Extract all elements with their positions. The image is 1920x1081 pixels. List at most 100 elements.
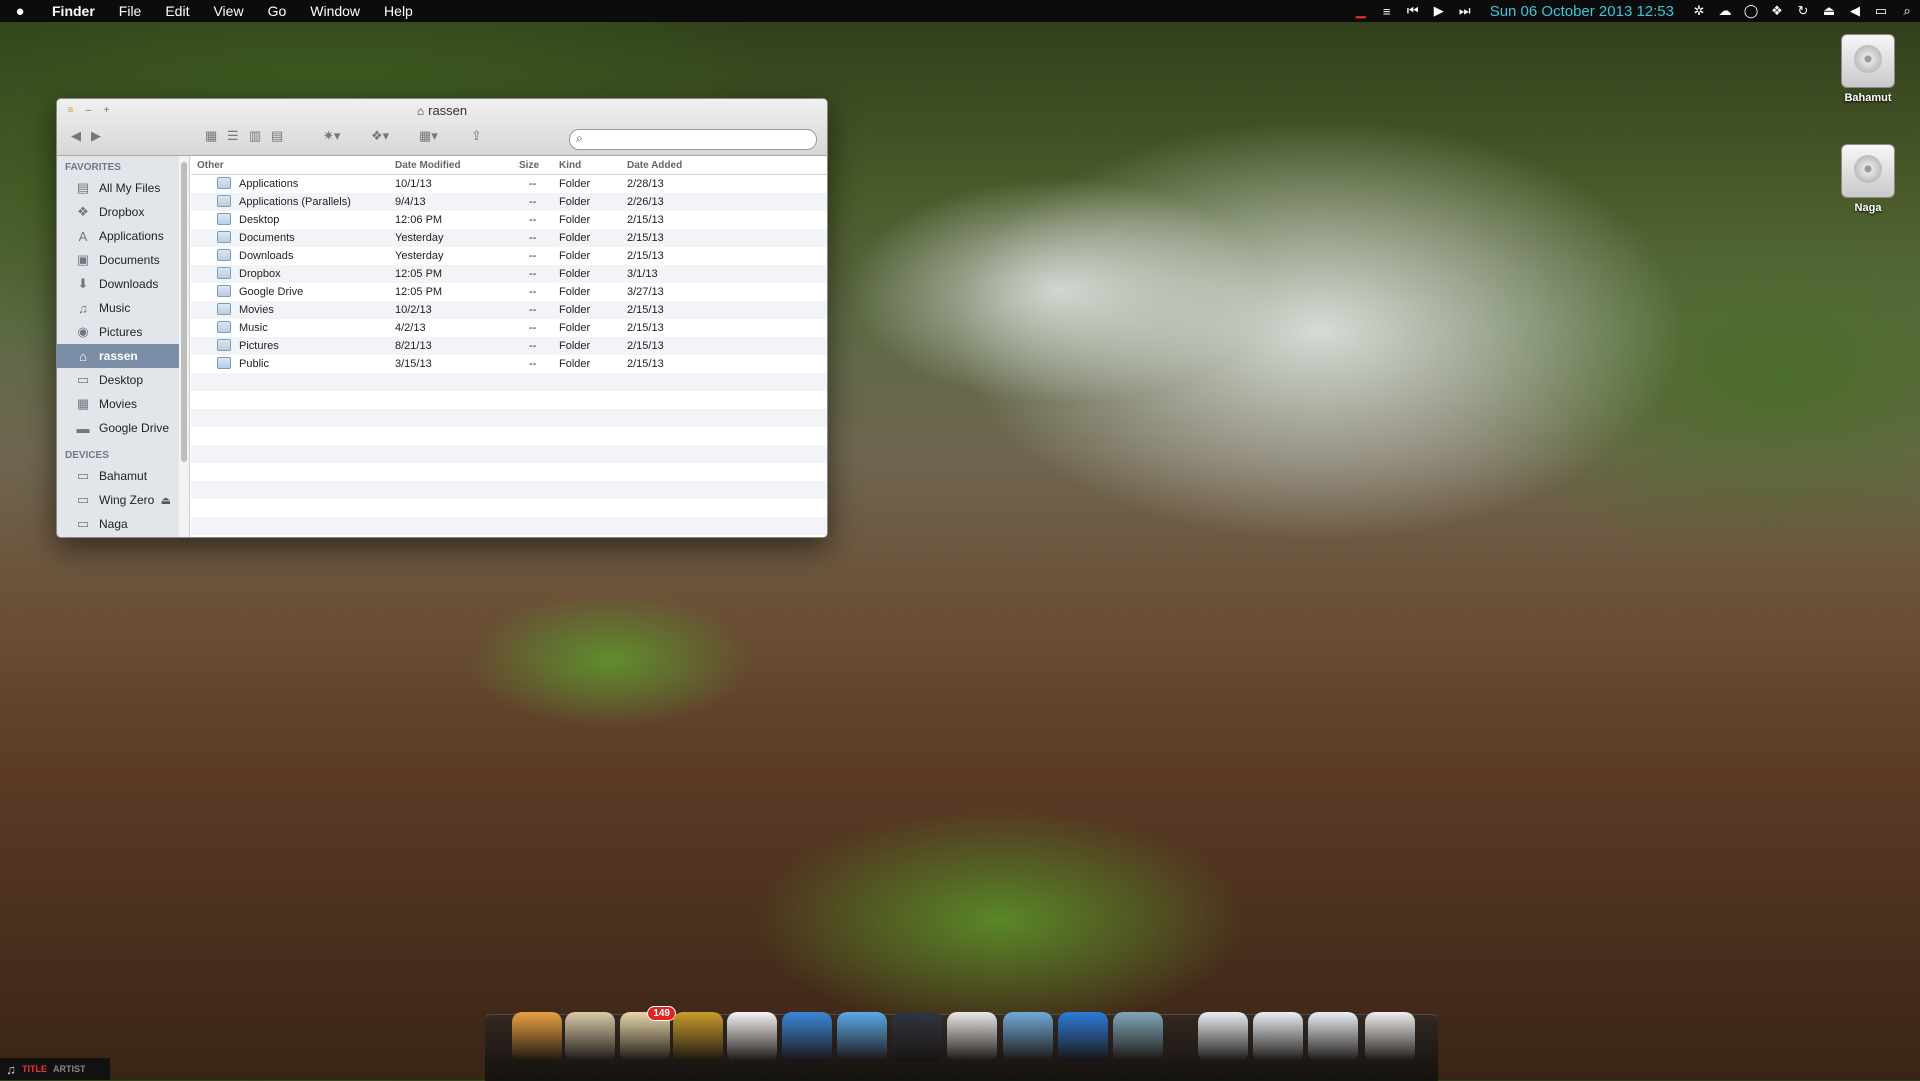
dropbox-menu-icon[interactable]: ❖▾ (371, 128, 389, 144)
column-header-name[interactable]: Other (197, 160, 224, 171)
sidebar-item-documents[interactable]: ▣ Documents (57, 248, 179, 272)
next-icon[interactable]: ⏭ (1452, 3, 1478, 19)
forward-icon[interactable]: ▶ (91, 128, 101, 144)
column-header-size[interactable]: Size (519, 160, 539, 171)
file-size: -- (529, 286, 537, 298)
table-row[interactable]: Google Drive 12:05 PM -- Folder 3/27/13 (191, 283, 827, 301)
sync-icon[interactable]: ↻ (1790, 3, 1816, 19)
battery-icon[interactable]: ▭ (1868, 3, 1894, 19)
share-icon[interactable]: ⇪ (471, 128, 482, 144)
now-playing-widget[interactable]: ♫ TITLE ARTIST (0, 1058, 110, 1080)
notes-app-icon[interactable]: 149 (620, 1006, 676, 1062)
sidebar-item-dropbox[interactable]: ❖ Dropbox (57, 200, 179, 224)
file-modified: 12:06 PM (395, 214, 443, 226)
menu-help[interactable]: Help (372, 0, 425, 22)
menu-view[interactable]: View (201, 0, 255, 22)
column-header-kind[interactable]: Kind (559, 160, 581, 171)
table-row[interactable]: Pictures 8/21/13 -- Folder 2/15/13 (191, 337, 827, 355)
eject-icon[interactable]: ⏏ (161, 494, 171, 507)
sidebar-item-music[interactable]: ♫ Music (57, 296, 179, 320)
title-bar: ≡ – + ⌂ rassen ◀ ▶ ▦ ☰ ▥ ▤ ✷▾ ❖▾ ▦▾ ⇪ ⌕ (57, 99, 827, 156)
camera-app-icon[interactable] (892, 1012, 942, 1062)
sidebar-item-naga[interactable]: ▭ Naga (57, 512, 179, 536)
back-icon[interactable]: ◀ (71, 128, 81, 144)
file-modified: Yesterday (395, 232, 444, 244)
sidebar-item-desktop[interactable]: ▭ Desktop (57, 368, 179, 392)
itunes-app-icon[interactable] (673, 1012, 723, 1062)
sidebar-item-movies[interactable]: ▦ Movies (57, 392, 179, 416)
scrollbar-thumb[interactable] (181, 162, 187, 462)
remote-desktop-app-icon[interactable] (1113, 1012, 1163, 1062)
action-gear-icon[interactable]: ✷▾ (323, 128, 340, 144)
arrange-icon[interactable]: ▦▾ (419, 128, 438, 144)
icon-view-icon[interactable]: ▦ (205, 128, 217, 144)
column-view-icon[interactable]: ▥ (249, 128, 261, 144)
downloads-icon: ⬇ (77, 276, 89, 291)
desktop-icon: ▭ (76, 372, 90, 387)
messages-app-icon[interactable] (837, 1012, 887, 1062)
menu-go[interactable]: Go (256, 0, 299, 22)
table-row[interactable]: Applications 10/1/13 -- Folder 2/28/13 (191, 175, 827, 193)
search-field[interactable]: ⌕ (569, 129, 817, 150)
coverflow-view-icon[interactable]: ▤ (271, 128, 283, 144)
sidebar-scrollbar[interactable] (179, 156, 190, 537)
play-icon[interactable]: ▶ (1426, 3, 1452, 19)
sidebar-item-google-drive[interactable]: ▬ Google Drive (57, 416, 179, 440)
search-input[interactable] (592, 131, 811, 148)
applications-stack-icon[interactable] (1253, 1012, 1303, 1062)
table-row[interactable]: Public 3/15/13 -- Folder 2/15/13 (191, 355, 827, 373)
monitor-icon[interactable]: ▁ (1348, 3, 1374, 19)
preview-app-icon[interactable] (1003, 1012, 1053, 1062)
safari-app-icon[interactable] (782, 1012, 832, 1062)
menu-window[interactable]: Window (298, 0, 372, 22)
disk-icon: ▭ (76, 516, 90, 531)
menu-edit[interactable]: Edit (153, 0, 201, 22)
table-row[interactable]: Dropbox 12:05 PM -- Folder 3/1/13 (191, 265, 827, 283)
table-row[interactable]: Movies 10/2/13 -- Folder 2/15/13 (191, 301, 827, 319)
sidebar-item-applications[interactable]: A Applications (57, 224, 179, 248)
pictures-icon: ◉ (77, 324, 89, 339)
desktop-drive-naga[interactable]: Naga (1823, 144, 1913, 214)
downloads-stack-icon[interactable] (1308, 1012, 1358, 1062)
cnn-app-icon[interactable] (727, 1012, 777, 1062)
table-row[interactable]: Downloads Yesterday -- Folder 2/15/13 (191, 247, 827, 265)
finder-app-icon[interactable] (512, 1012, 562, 1062)
file-name: Applications (Parallels) (239, 196, 351, 208)
sidebar-item-downloads[interactable]: ⬇ Downloads (57, 272, 179, 296)
list-view-icon[interactable]: ☰ (227, 128, 239, 144)
column-header-modified[interactable]: Date Modified (395, 160, 461, 171)
sidebar-item-all-my-files[interactable]: ▤ All My Files (57, 176, 179, 200)
search-icon[interactable]: ⌕ (1894, 3, 1920, 19)
table-row[interactable]: Music 4/2/13 -- Folder 2/15/13 (191, 319, 827, 337)
list-icon[interactable]: ≡ (1374, 4, 1400, 19)
sidebar-item-pictures[interactable]: ◉ Pictures (57, 320, 179, 344)
menu-app-name[interactable]: Finder (40, 0, 107, 22)
menu-clock[interactable]: Sun 06 October 2013 12:53 (1478, 3, 1686, 20)
folder-icon (217, 267, 231, 279)
sidebar-item-rassen[interactable]: ⌂ rassen (57, 344, 179, 368)
word-app-icon[interactable] (1058, 1012, 1108, 1062)
cloud-icon[interactable]: ☁ (1712, 3, 1738, 19)
chat-icon[interactable]: ◯ (1738, 3, 1764, 19)
brightness-icon[interactable]: ✲ (1686, 3, 1712, 19)
column-header-added[interactable]: Date Added (627, 160, 682, 171)
trash-icon[interactable] (1365, 1012, 1415, 1062)
file-name: Pictures (239, 340, 279, 352)
apple-icon[interactable]: ● (0, 3, 40, 20)
sidebar-item-wing-zero[interactable]: ▭ Wing Zero ⏏ (57, 488, 179, 512)
table-row[interactable]: Documents Yesterday -- Folder 2/15/13 (191, 229, 827, 247)
desktop-drive-bahamut[interactable]: Bahamut (1823, 34, 1913, 104)
sidebar-item-bahamut[interactable]: ▭ Bahamut (57, 464, 179, 488)
table-row[interactable]: Applications (Parallels) 9/4/13 -- Folder 2/… (191, 193, 827, 211)
table-row[interactable]: Desktop 12:06 PM -- Folder 2/15/13 (191, 211, 827, 229)
volume-icon[interactable]: ◀ (1842, 3, 1868, 19)
menu-file[interactable]: File (107, 0, 154, 22)
eject-icon[interactable]: ⏏ (1816, 3, 1842, 19)
documents-stack-icon[interactable] (1198, 1012, 1248, 1062)
file-name: Movies (239, 304, 274, 316)
twitter-app-icon[interactable] (947, 1012, 997, 1062)
owl-app-icon[interactable] (565, 1012, 615, 1062)
music-note-icon: ♫ (6, 1061, 16, 1077)
dropbox-icon[interactable]: ❖ (1764, 3, 1790, 19)
previous-icon[interactable]: ⏮ (1400, 3, 1426, 19)
